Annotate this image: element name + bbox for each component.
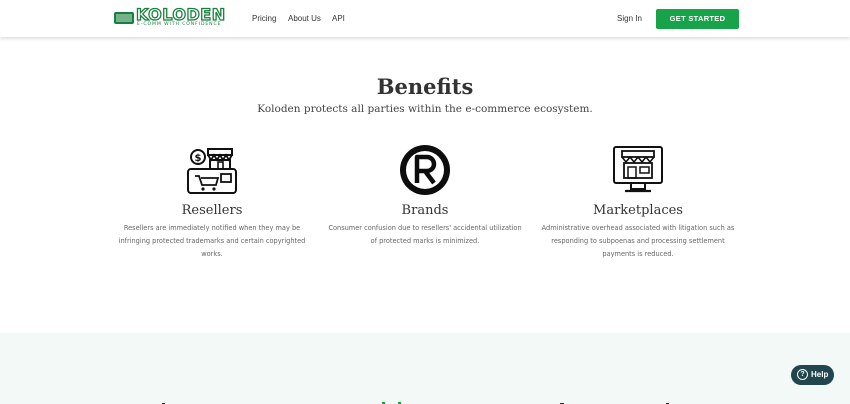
top-navbar: KOLODEN E-COMM WITH CONFIDENCE Pricing A…	[0, 0, 850, 37]
benefits-subtitle: Koloden protects all parties within the …	[257, 103, 593, 115]
benefit-title: Marketplaces	[593, 203, 683, 218]
benefit-title: Resellers	[181, 203, 243, 218]
online-store-monitor-icon	[613, 146, 663, 193]
benefit-description: Resellers are immediately notified when …	[118, 224, 306, 258]
benefit-title: Brands	[401, 203, 449, 218]
nav-link-about-us[interactable]: About Us	[288, 14, 321, 23]
benefit-description: Administrative overhead associated with …	[541, 224, 735, 258]
help-label: Help	[811, 370, 829, 379]
logo-tagline: E-COMM WITH CONFIDENCE	[137, 22, 222, 27]
nav-link-api[interactable]: API	[332, 14, 345, 23]
benefit-card-brands: Brands Consumer confusion due to reselle…	[325, 143, 525, 248]
store-dollar-icon: $	[187, 148, 237, 194]
svg-text:$: $	[195, 153, 202, 164]
benefits-heading: Benefits	[376, 74, 474, 99]
sign-in-link[interactable]: Sign In	[617, 14, 642, 23]
registered-trademark-icon	[400, 145, 450, 195]
help-button[interactable]: ? Help	[791, 365, 834, 385]
logo-mark-icon	[114, 12, 134, 24]
partially-visible-heading	[162, 402, 669, 404]
benefit-card-marketplaces: Marketplaces Administrative overhead ass…	[538, 143, 738, 261]
next-section	[0, 333, 850, 404]
benefit-card-resellers: $ Resellers Resellers are immediately no…	[112, 143, 312, 261]
benefit-description: Consumer confusion due to resellers' acc…	[328, 224, 522, 245]
question-circle-icon: ?	[797, 369, 808, 380]
koloden-logo[interactable]: KOLODEN E-COMM WITH CONFIDENCE	[114, 4, 232, 30]
nav-link-pricing[interactable]: Pricing	[252, 14, 276, 23]
get-started-button[interactable]: GET STARTED	[656, 9, 739, 29]
